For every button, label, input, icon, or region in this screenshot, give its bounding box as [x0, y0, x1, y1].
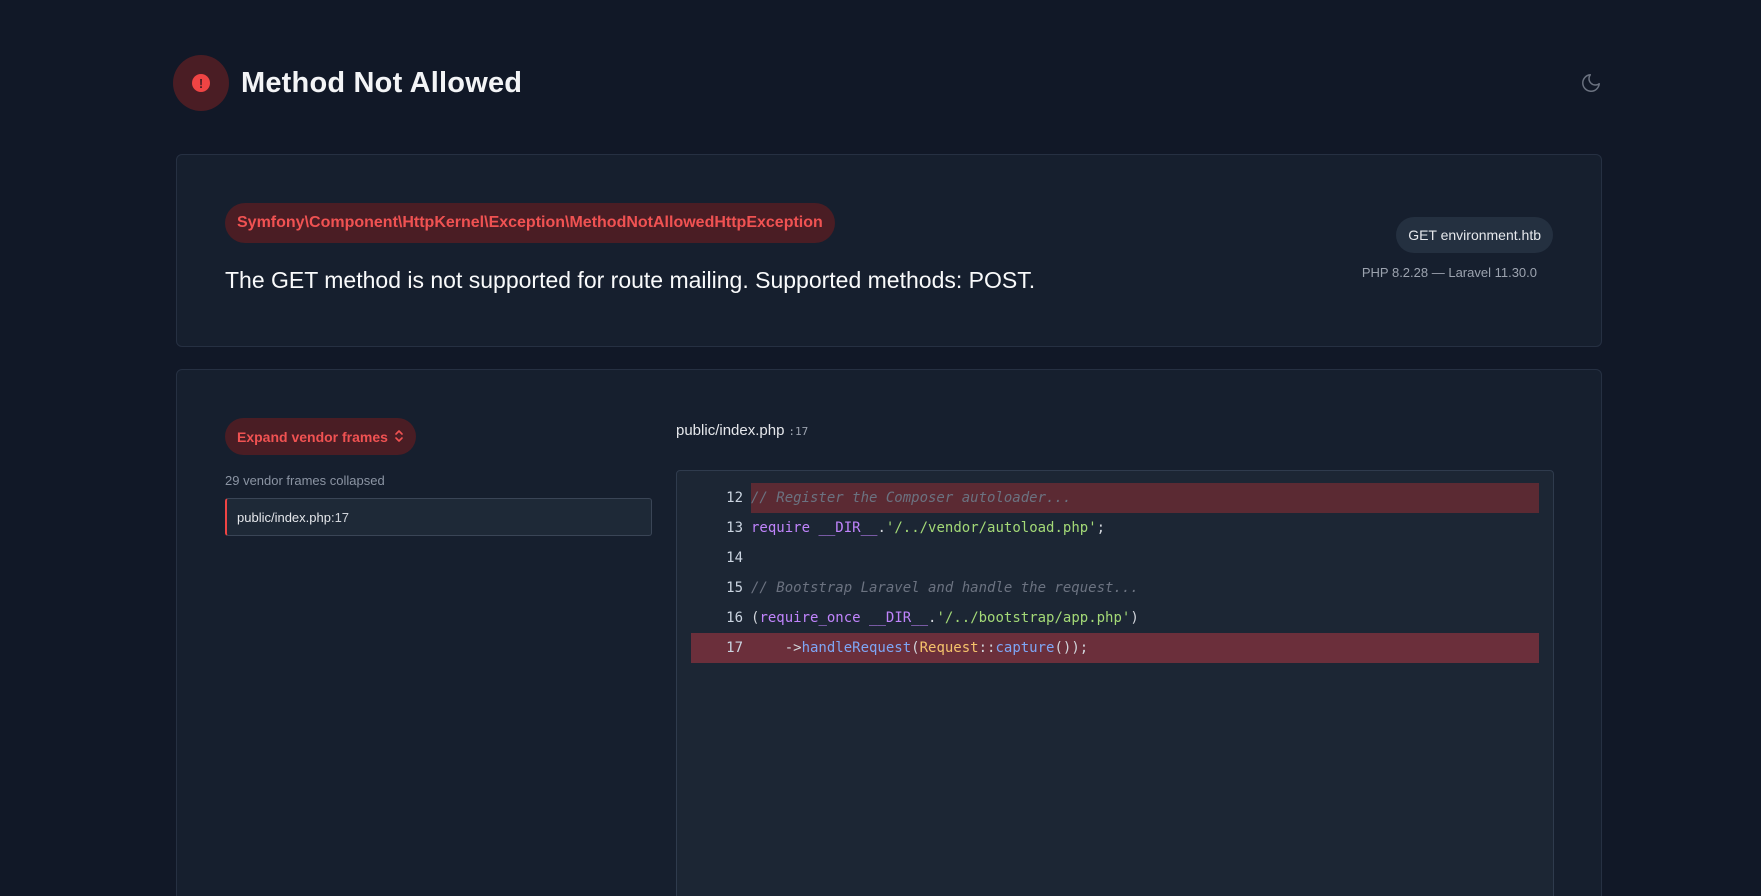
- request-pill: GET environment.htb: [1396, 217, 1553, 253]
- error-badge: !: [173, 55, 229, 111]
- code-text: // Register the Composer autoloader...: [751, 490, 1072, 506]
- frame-line: :17: [330, 509, 350, 525]
- code-line: 13 require __DIR__.'/../vendor/autoload.p…: [691, 513, 1539, 543]
- code-file-line: :17: [788, 425, 809, 438]
- code-text: (require_once __DIR__.'/../bootstrap/app…: [751, 610, 1139, 626]
- moon-icon[interactable]: [1580, 72, 1602, 94]
- error-page: ! Method Not Allowed Symfony\Component\H…: [0, 0, 1761, 896]
- line-number: 12: [726, 490, 743, 506]
- line-number: 15: [726, 580, 743, 596]
- code-line: 16 (require_once __DIR__.'/../bootstrap/a…: [691, 603, 1539, 633]
- expand-vendor-frames-label: Expand vendor frames: [237, 428, 388, 445]
- vendor-frames-collapsed-text: 29 vendor frames collapsed: [225, 473, 385, 488]
- exclamation-circle-icon: !: [192, 74, 210, 92]
- page-header: ! Method Not Allowed: [173, 55, 522, 111]
- code-text: // Bootstrap Laravel and handle the requ…: [751, 580, 1139, 596]
- code-file-name: public/index.php: [676, 422, 785, 439]
- code-snippet-panel: 12 // Register the Composer autoloader...…: [676, 470, 1554, 896]
- exception-class-badge: Symfony\Component\HttpKernel\Exception\M…: [225, 203, 835, 243]
- expand-vendor-frames-button[interactable]: Expand vendor frames: [225, 418, 416, 455]
- page-title: Method Not Allowed: [241, 66, 523, 99]
- code-text: require __DIR__.'/../vendor/autoload.php…: [751, 520, 1106, 536]
- code-line-highlighted: 17 ->handleRequest(Request::capture());: [691, 633, 1539, 663]
- stack-frame-item[interactable]: public/index.php:17: [225, 498, 652, 536]
- exception-card: Symfony\Component\HttpKernel\Exception\M…: [176, 154, 1602, 347]
- line-number: 17: [726, 640, 743, 656]
- code-line: 14: [691, 543, 1539, 573]
- chevron-up-down-icon: [394, 429, 404, 445]
- trace-card: Expand vendor frames 29 vendor frames co…: [176, 369, 1602, 896]
- exception-message: The GET method is not supported for rout…: [225, 267, 1036, 293]
- frame-file: public/index.php: [237, 509, 331, 525]
- code-text: ->handleRequest(Request::capture());: [751, 640, 1089, 656]
- code-line: 12 // Register the Composer autoloader...: [691, 483, 1539, 513]
- version-info: PHP 8.2.28 — Laravel 11.30.0: [1361, 265, 1537, 280]
- line-number: 13: [726, 520, 743, 536]
- code-line: 15 // Bootstrap Laravel and handle the re…: [691, 573, 1539, 603]
- line-number: 16: [726, 610, 743, 626]
- line-number: 14: [726, 550, 743, 566]
- code-file-heading: public/index.php:17: [676, 422, 808, 439]
